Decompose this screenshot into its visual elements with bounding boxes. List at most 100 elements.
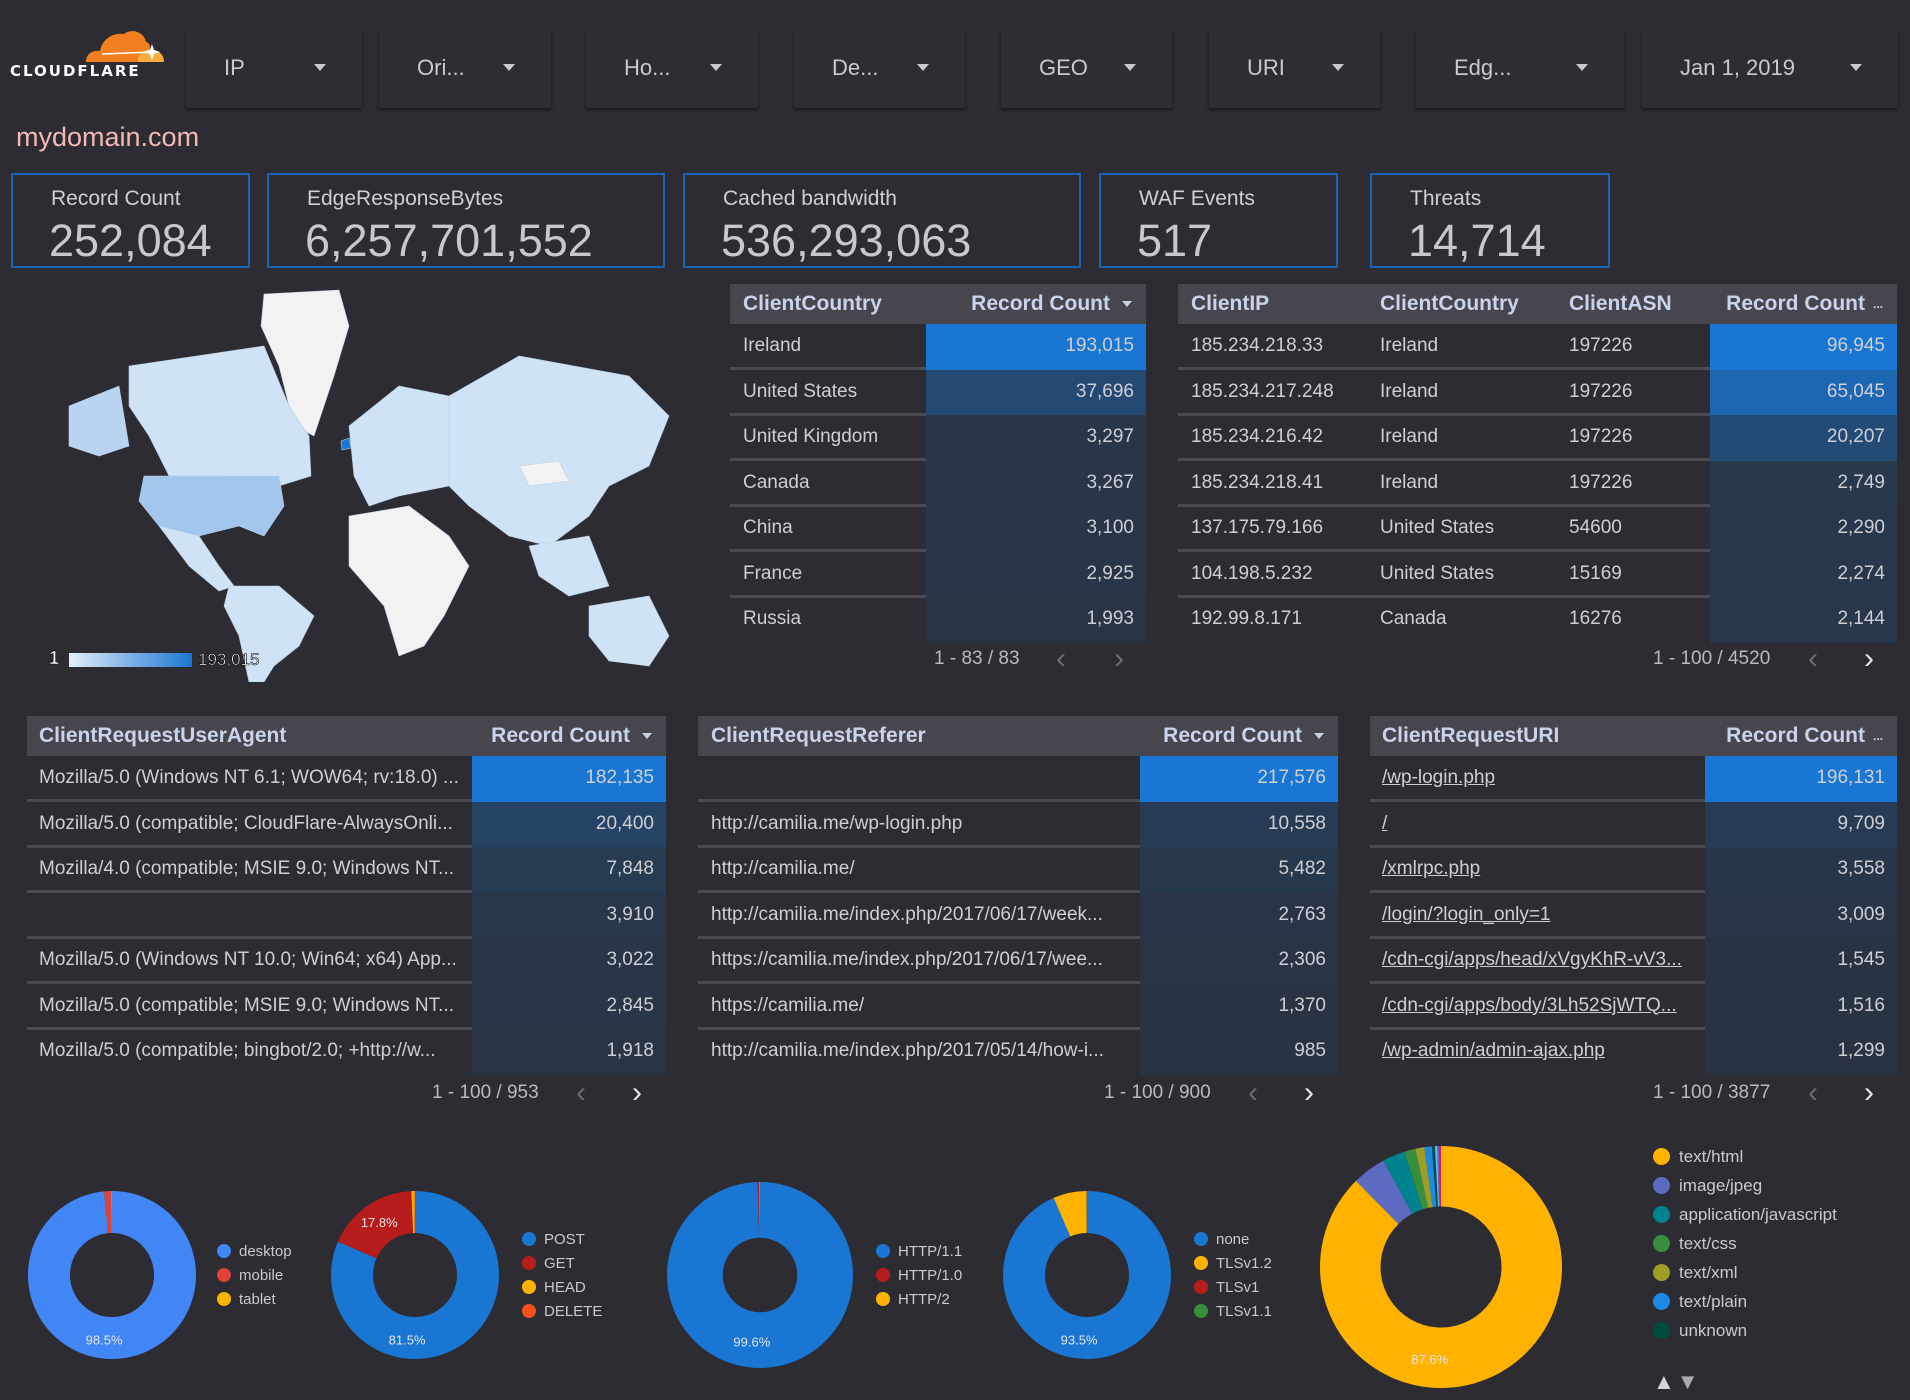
table-row[interactable]: /cdn-cgi/apps/head/xVgyKhR-vV3... 1,545	[1370, 938, 1897, 984]
legend-item[interactable]: desktop	[217, 1239, 292, 1263]
prev-page-button[interactable]: ‹	[1808, 1078, 1818, 1108]
table-row[interactable]: Mozilla/4.0 (compatible; MSIE 9.0; Windo…	[27, 847, 666, 893]
legend-item[interactable]: HTTP/2	[876, 1287, 962, 1311]
filter-host[interactable]: Ho...	[586, 28, 758, 108]
column-header[interactable]: Record Count...	[1708, 284, 1897, 324]
request-method-donut[interactable]: 81.5% 17.8%	[330, 1190, 500, 1360]
table-row[interactable]: / 9,709	[1370, 801, 1897, 848]
table-row[interactable]: /xmlrpc.php 3,558	[1370, 847, 1897, 893]
table-row[interactable]: United States 37,696	[730, 369, 1146, 416]
filter-edge[interactable]: Edg...	[1416, 28, 1624, 108]
prev-page-button[interactable]: ‹	[1808, 644, 1818, 674]
column-header[interactable]: ClientRequestUserAgent	[39, 716, 479, 756]
legend-item[interactable]: POST	[522, 1227, 602, 1251]
legend-item[interactable]: HEAD	[522, 1275, 602, 1299]
table-row[interactable]: 192.99.8.171 Canada 16276 2,144	[1178, 597, 1897, 643]
column-header[interactable]: Record Count...	[1705, 716, 1897, 756]
legend-item[interactable]: HTTP/1.1	[876, 1239, 962, 1263]
sort-desc-icon[interactable]	[642, 733, 652, 740]
filter-geo[interactable]: GEO	[1001, 28, 1172, 108]
device-type-donut[interactable]: 98.5%	[27, 1190, 197, 1360]
more-icon[interactable]: ...	[1873, 716, 1883, 756]
legend-next-arrow-icon[interactable]: ▼	[1677, 1369, 1701, 1394]
table-row[interactable]: Mozilla/5.0 (compatible; bingbot/2.0; +h…	[27, 1029, 666, 1075]
legend-item[interactable]: text/html	[1653, 1142, 1837, 1171]
column-header[interactable]: Record Count	[472, 716, 666, 756]
table-row[interactable]: http://camilia.me/index.php/2017/05/14/h…	[698, 1029, 1338, 1075]
column-header[interactable]: ClientRequestReferer	[711, 716, 1141, 756]
table-row[interactable]: 185.234.218.41 Ireland 197226 2,749	[1178, 460, 1897, 507]
table-row[interactable]: Russia 1,993	[730, 597, 1146, 643]
table-row[interactable]: 137.175.79.166 United States 54600 2,290	[1178, 506, 1897, 552]
filter-device[interactable]: De...	[794, 28, 965, 108]
legend-item[interactable]: HTTP/1.0	[876, 1263, 962, 1287]
legend-item[interactable]: text/css	[1653, 1229, 1837, 1258]
legend-item[interactable]: text/xml	[1653, 1258, 1837, 1287]
next-page-button[interactable]: ›	[1304, 1078, 1314, 1108]
table-row[interactable]: http://camilia.me/wp-login.php 10,558	[698, 801, 1338, 848]
table-row[interactable]: https://camilia.me/index.php/2017/06/17/…	[698, 938, 1338, 984]
table-row[interactable]: http://camilia.me/5,482	[698, 847, 1338, 893]
table-row[interactable]: 185.234.216.42 Ireland 197226 20,207	[1178, 415, 1897, 461]
legend-item[interactable]: unknown	[1653, 1316, 1837, 1345]
table-row[interactable]: /cdn-cgi/apps/body/3Lh52SjWTQ... 1,516	[1370, 983, 1897, 1030]
table-row[interactable]: 104.198.5.232 United States 15169 2,274	[1178, 551, 1897, 598]
legend-item[interactable]: none	[1194, 1227, 1272, 1251]
uri-link[interactable]: /cdn-cgi/apps/body/3Lh52SjWTQ...	[1382, 984, 1687, 1027]
table-row[interactable]: /login/?login_only=1 3,009	[1370, 892, 1897, 939]
legend-item[interactable]: TLSv1	[1194, 1275, 1272, 1299]
table-row[interactable]: http://camilia.me/index.php/2017/06/17/w…	[698, 892, 1338, 939]
table-row[interactable]: Mozilla/5.0 (compatible; CloudFlare-Alwa…	[27, 801, 666, 848]
legend-item[interactable]: TLSv1.2	[1194, 1251, 1272, 1275]
table-row[interactable]: China 3,100	[730, 506, 1146, 552]
sort-desc-icon[interactable]	[1314, 733, 1324, 740]
legend-item[interactable]: GET	[522, 1251, 602, 1275]
filter-ip[interactable]: IP	[186, 28, 362, 108]
table-row[interactable]: 217,576	[698, 756, 1338, 802]
prev-page-button[interactable]: ‹	[1056, 644, 1066, 674]
column-header[interactable]: ClientIP	[1191, 284, 1381, 324]
content-type-donut[interactable]: 87.6%	[1319, 1145, 1563, 1389]
next-page-button[interactable]: ›	[632, 1078, 642, 1108]
legend-item[interactable]: application/javascript	[1653, 1200, 1837, 1229]
column-header[interactable]: ClientRequestURI	[1382, 716, 1687, 756]
column-header[interactable]: Record Count	[1140, 716, 1338, 756]
column-header[interactable]: ClientCountry	[743, 284, 923, 324]
sort-desc-icon[interactable]	[1122, 301, 1132, 308]
table-row[interactable]: Mozilla/5.0 (compatible; MSIE 9.0; Windo…	[27, 983, 666, 1030]
more-icon[interactable]: ...	[1873, 284, 1883, 324]
tls-version-donut[interactable]: 93.5%	[1002, 1190, 1172, 1360]
table-row[interactable]: United Kingdom 3,297	[730, 415, 1146, 461]
table-row[interactable]: /wp-admin/admin-ajax.php 1,299	[1370, 1029, 1897, 1075]
next-page-button[interactable]: ›	[1864, 1078, 1874, 1108]
uri-link[interactable]: /cdn-cgi/apps/head/xVgyKhR-vV3...	[1382, 938, 1687, 981]
legend-item[interactable]: text/plain	[1653, 1287, 1837, 1316]
column-header[interactable]: Record Count	[926, 284, 1146, 324]
legend-item[interactable]: tablet	[217, 1287, 292, 1311]
legend-item[interactable]: TLSv1.1	[1194, 1299, 1272, 1323]
filter-uri[interactable]: URI	[1209, 28, 1380, 108]
table-row[interactable]: Canada 3,267	[730, 460, 1146, 507]
table-row[interactable]: Mozilla/5.0 (Windows NT 6.1; WOW64; rv:1…	[27, 756, 666, 802]
prev-page-button[interactable]: ‹	[1248, 1078, 1258, 1108]
table-row[interactable]: https://camilia.me/1,370	[698, 983, 1338, 1030]
filter-origin[interactable]: Ori...	[379, 28, 551, 108]
table-row[interactable]: France 2,925	[730, 551, 1146, 598]
uri-link[interactable]: /	[1382, 802, 1687, 845]
uri-link[interactable]: /wp-login.php	[1382, 756, 1687, 799]
legend-item[interactable]: image/jpeg	[1653, 1171, 1837, 1200]
prev-page-button[interactable]: ‹	[576, 1078, 586, 1108]
world-geo-map[interactable]	[49, 286, 682, 682]
table-row[interactable]: Ireland 193,015	[730, 324, 1146, 370]
table-row[interactable]: Mozilla/5.0 (Windows NT 10.0; Win64; x64…	[27, 938, 666, 984]
legend-prev-arrow-icon[interactable]: ▲	[1653, 1369, 1677, 1394]
date-range-picker[interactable]: Jan 1, 2019	[1642, 28, 1898, 108]
table-row[interactable]: 185.234.218.33 Ireland 197226 96,945	[1178, 324, 1897, 370]
next-page-button[interactable]: ›	[1114, 644, 1124, 674]
next-page-button[interactable]: ›	[1864, 644, 1874, 674]
column-header[interactable]: ClientASN	[1569, 284, 1709, 324]
uri-link[interactable]: /login/?login_only=1	[1382, 893, 1687, 936]
table-row[interactable]: 185.234.217.248 Ireland 197226 65,045	[1178, 369, 1897, 416]
uri-link[interactable]: /wp-admin/admin-ajax.php	[1382, 1029, 1687, 1072]
http-protocol-donut[interactable]: 99.6%	[666, 1181, 854, 1369]
